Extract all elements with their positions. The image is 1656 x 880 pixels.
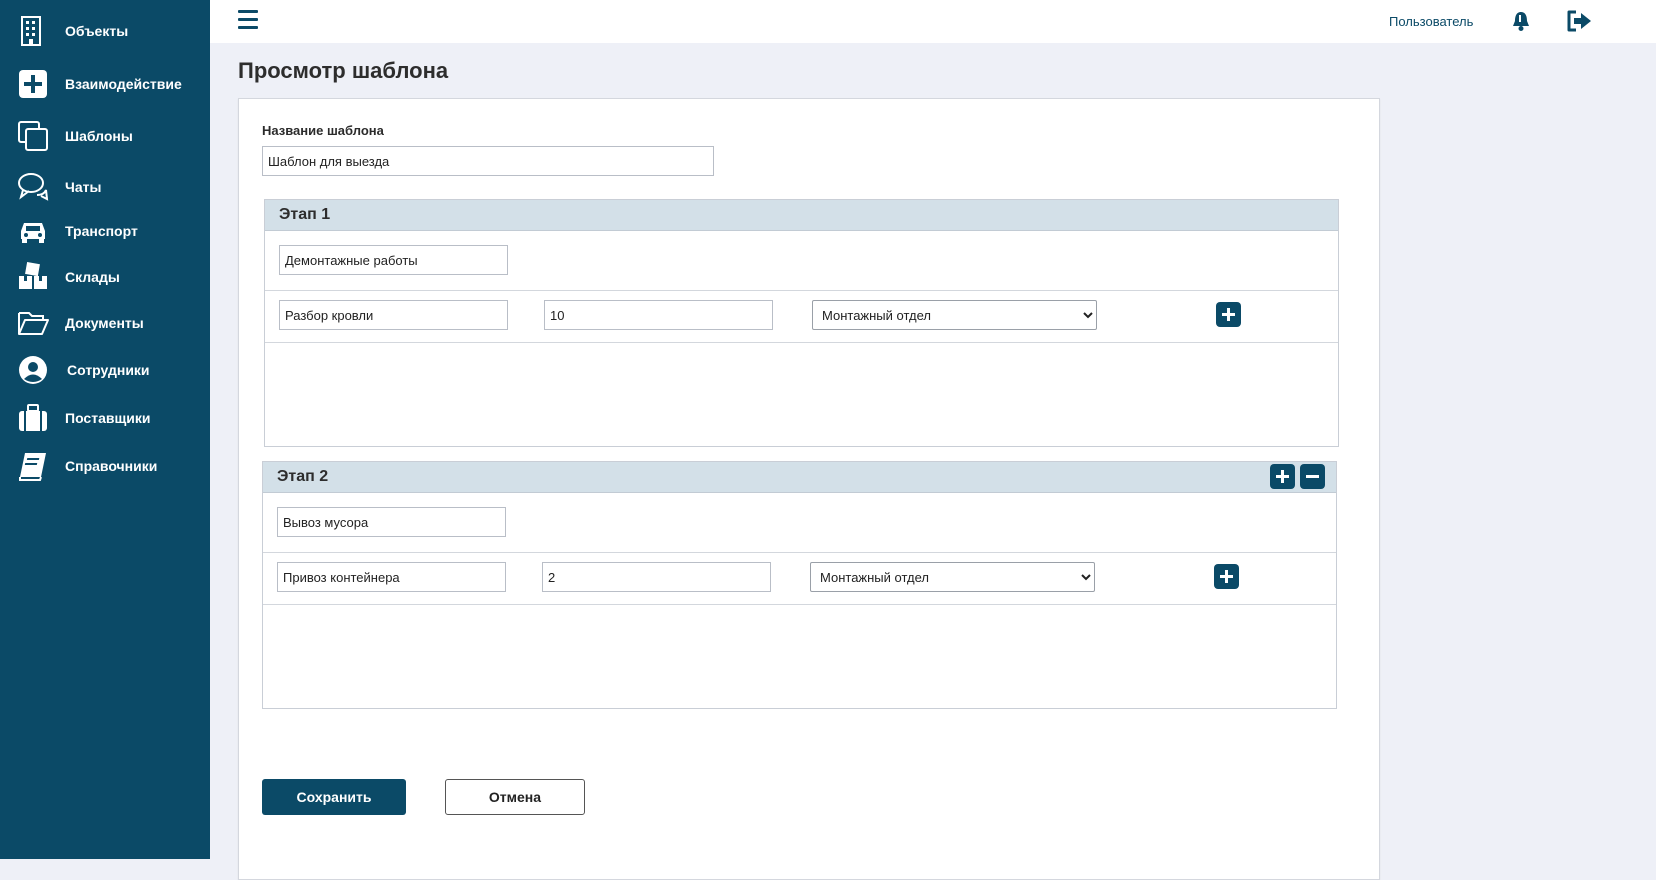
bell-icon[interactable] <box>1510 10 1532 32</box>
stage-header: Этап 2 <box>263 462 1336 493</box>
template-name-label: Название шаблона <box>262 123 384 138</box>
task-name-input[interactable] <box>277 562 506 592</box>
plus-icon <box>1276 470 1289 483</box>
stage-divider <box>265 342 1338 343</box>
stage-divider <box>265 290 1338 291</box>
sidebar-item-label: Справочники <box>65 458 158 474</box>
sidebar-item-employees[interactable]: Сотрудники <box>17 353 207 387</box>
user-link[interactable]: Пользователь <box>1389 14 1473 29</box>
building-icon <box>17 15 49 47</box>
cancel-button[interactable]: Отмена <box>445 779 585 815</box>
remove-stage-button[interactable] <box>1300 464 1325 489</box>
sidebar-item-label: Транспорт <box>65 223 138 239</box>
sidebar-item-label: Шаблоны <box>65 128 133 144</box>
sidebar-item-documents[interactable]: Документы <box>17 306 207 340</box>
template-name-input[interactable] <box>262 146 714 176</box>
boxes-icon <box>17 261 49 293</box>
stage-name-input[interactable] <box>279 245 508 275</box>
stage-name-input[interactable] <box>277 507 506 537</box>
stage-header: Этап 1 <box>265 200 1338 231</box>
sidebar: Объекты Взаимодействие Шаблоны Чаты Тран… <box>0 0 210 859</box>
sidebar-item-transport[interactable]: Транспорт <box>17 214 207 248</box>
sidebar-item-label: Поставщики <box>65 410 151 426</box>
sidebar-item-suppliers[interactable]: Поставщики <box>17 401 207 435</box>
sidebar-item-label: Склады <box>65 269 120 285</box>
sidebar-item-reference[interactable]: Справочники <box>17 449 207 483</box>
stage-title: Этап 2 <box>277 468 329 485</box>
add-task-button[interactable] <box>1214 564 1239 589</box>
sidebar-item-chats[interactable]: Чаты <box>17 170 207 204</box>
sidebar-item-objects[interactable]: Объекты <box>17 14 207 48</box>
sidebar-item-templates[interactable]: Шаблоны <box>17 119 207 153</box>
plus-icon <box>1220 570 1233 583</box>
logout-icon[interactable] <box>1566 9 1594 33</box>
copy-icon <box>17 120 49 152</box>
minus-icon <box>1306 475 1319 478</box>
task-quantity-input[interactable] <box>542 562 771 592</box>
sidebar-item-label: Сотрудники <box>67 362 150 378</box>
sidebar-item-label: Документы <box>65 315 144 331</box>
task-quantity-input[interactable] <box>544 300 773 330</box>
sidebar-item-warehouses[interactable]: Склады <box>17 260 207 294</box>
template-form-panel: Название шаблона Этап 1 Монтажный отдел … <box>238 98 1380 880</box>
add-stage-button[interactable] <box>1270 464 1295 489</box>
menu-icon[interactable] <box>238 10 258 32</box>
stage-divider <box>263 604 1336 605</box>
sidebar-item-label: Взаимодействие <box>65 76 182 92</box>
user-circle-icon <box>17 354 49 386</box>
add-task-button[interactable] <box>1216 302 1241 327</box>
plus-square-icon <box>17 68 49 100</box>
stage-divider <box>263 552 1336 553</box>
task-department-select[interactable]: Монтажный отдел <box>812 300 1097 330</box>
sidebar-item-label: Чаты <box>65 179 102 195</box>
chat-icon <box>17 171 49 203</box>
save-button[interactable]: Сохранить <box>262 779 406 815</box>
task-name-input[interactable] <box>279 300 508 330</box>
book-icon <box>17 450 49 482</box>
sidebar-item-interaction[interactable]: Взаимодействие <box>17 67 207 101</box>
page-title: Просмотр шаблона <box>238 58 449 83</box>
plus-icon <box>1222 308 1235 321</box>
stage-block: Этап 1 Монтажный отдел <box>264 199 1339 447</box>
top-bar: Пользователь <box>210 0 1656 43</box>
car-icon <box>17 215 49 247</box>
task-department-select[interactable]: Монтажный отдел <box>810 562 1095 592</box>
folder-open-icon <box>17 307 49 339</box>
sidebar-item-label: Объекты <box>65 23 129 39</box>
stage-title: Этап 1 <box>279 206 331 223</box>
stage-block: Этап 2 Монтажный отдел <box>262 461 1337 709</box>
briefcase-icon <box>17 402 49 434</box>
